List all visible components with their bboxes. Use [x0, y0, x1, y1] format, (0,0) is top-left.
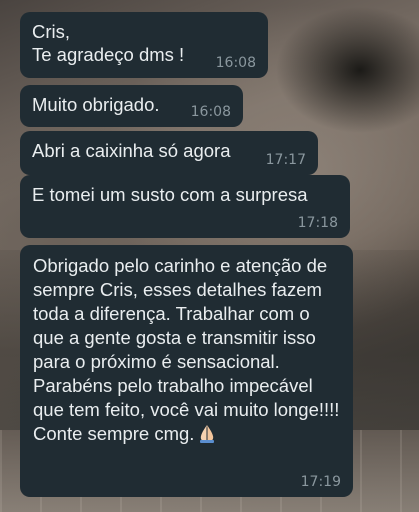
message-time: 17:19	[300, 474, 341, 490]
message-text: E tomei um susto com a surpresa	[32, 184, 308, 205]
message-bubble[interactable]: E tomei um susto com a surpresa 17:18	[20, 175, 350, 238]
message-text: Cris, Te agradeço dms !	[32, 21, 185, 65]
message-bubble[interactable]: Cris, Te agradeço dms ! 16:08	[20, 12, 268, 78]
message-bubble[interactable]: Obrigado pelo carinho e atenção de sempr…	[20, 245, 353, 497]
message-time: 17:18	[297, 215, 338, 231]
message-time: 16:08	[190, 104, 231, 120]
chat-area: Cris, Te agradeço dms ! 16:08 Muito obri…	[0, 0, 419, 512]
message-body: Obrigado pelo carinho e atenção de sempr…	[33, 255, 345, 444]
message-bubble[interactable]: Abri a caixinha só agora 17:17	[20, 131, 318, 175]
message-text: Muito obrigado.	[32, 94, 160, 115]
message-text: Abri a caixinha só agora	[32, 140, 231, 161]
folded-hands-icon	[198, 423, 216, 443]
message-time: 17:17	[265, 152, 306, 168]
message-text: Obrigado pelo carinho e atenção de sempr…	[33, 254, 343, 446]
message-bubble[interactable]: Muito obrigado. 16:08	[20, 85, 243, 127]
message-time: 16:08	[215, 55, 256, 71]
